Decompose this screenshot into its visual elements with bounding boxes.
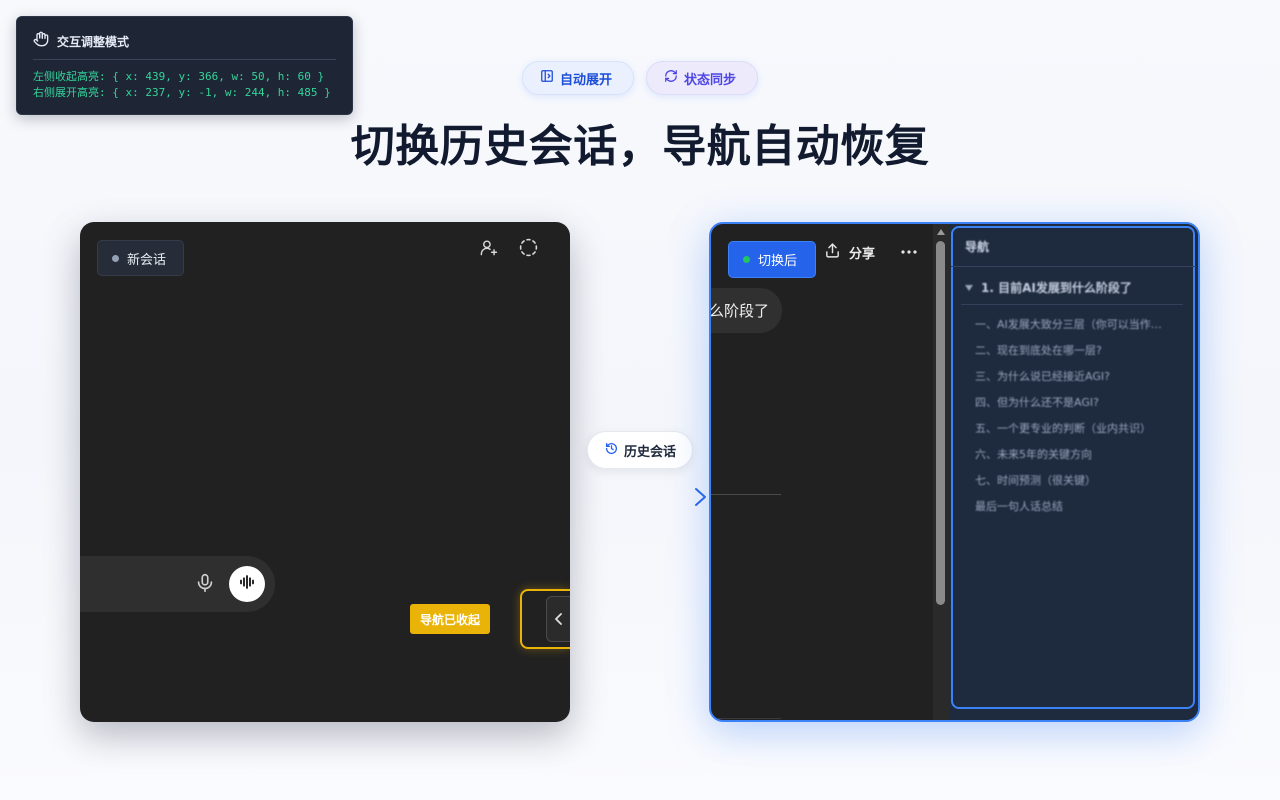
debug-line-left: 左侧收起高亮: { x: 439, y: 366, w: 50, h: 60 }	[33, 70, 325, 83]
panel-expand-icon	[540, 69, 554, 87]
auto-expand-label: 自动展开	[560, 72, 613, 88]
scrollbar-thumb[interactable]	[936, 241, 945, 605]
nav-item[interactable]: 三、为什么说已经接近AGI?	[975, 368, 1185, 394]
status-dot	[743, 256, 750, 263]
share-label: 分享	[849, 246, 876, 262]
debug-panel: 交互调整模式 左侧收起高亮: { x: 439, y: 366, w: 50, …	[16, 16, 353, 115]
nav-item[interactable]: 四、但为什么还不是AGI?	[975, 394, 1185, 420]
divider	[951, 266, 1196, 267]
chat-window-after: 切换后 分享 么阶段了 导航 1. 目前AI发展到什么阶段了 一、AI发展大致分…	[709, 222, 1200, 722]
nav-collapsed-badge: 导航已收起	[410, 604, 490, 634]
nav-item[interactable]: 最后一句人话总结	[975, 498, 1185, 524]
debug-header: 交互调整模式	[33, 31, 336, 51]
triangle-down-icon	[965, 281, 973, 295]
scroll-up-arrow-icon[interactable]	[937, 229, 945, 235]
temporary-chat-button[interactable]	[516, 237, 540, 261]
state-sync-pill: 状态同步	[646, 61, 758, 95]
share-button[interactable]: 分享	[824, 241, 875, 263]
nav-section-heading[interactable]: 1. 目前AI发展到什么阶段了	[965, 279, 1132, 296]
divider	[961, 304, 1183, 305]
nav-item[interactable]: 七、时间预测（很关键）	[975, 472, 1185, 498]
hand-icon	[33, 31, 49, 51]
nav-item[interactable]: 一、AI发展大致分三层（你可以当作…	[975, 316, 1185, 342]
history-icon	[605, 442, 618, 459]
chevron-left-icon	[554, 610, 564, 629]
new-chat-label: 新会话	[127, 252, 167, 268]
more-options-button[interactable]	[898, 241, 920, 263]
switched-label: 切换后	[758, 254, 798, 269]
new-chat-button[interactable]: 新会话	[97, 240, 184, 276]
history-chat-label: 历史会话	[624, 444, 677, 460]
auto-expand-pill: 自动展开	[522, 61, 634, 95]
debug-line-right: 右侧展开高亮: { x: 237, y: -1, w: 244, h: 485 …	[33, 86, 331, 99]
debug-title: 交互调整模式	[57, 34, 130, 49]
nav-section-label: 1. 目前AI发展到什么阶段了	[981, 281, 1132, 295]
divider	[711, 718, 781, 719]
divider	[711, 494, 781, 495]
expand-nav-handle[interactable]	[546, 596, 570, 642]
nav-item[interactable]: 五、一个更专业的判断（业内共识）	[975, 420, 1185, 446]
microphone-icon[interactable]	[194, 572, 216, 598]
add-user-icon	[479, 238, 498, 261]
user-message-bubble: 么阶段了	[711, 288, 782, 333]
dashed-circle-icon	[519, 238, 538, 261]
add-user-button[interactable]	[476, 237, 500, 261]
nav-list: 一、AI发展大致分三层（你可以当作… 二、现在到底处在哪一层? 三、为什么说已经…	[975, 316, 1185, 524]
waveform-icon	[238, 573, 256, 595]
status-dot	[112, 254, 119, 262]
outline-nav-panel: 导航 1. 目前AI发展到什么阶段了 一、AI发展大致分三层（你可以当作… 二、…	[949, 224, 1198, 720]
state-sync-label: 状态同步	[684, 72, 737, 88]
scrollbar[interactable]	[933, 224, 949, 720]
switched-chat-button[interactable]: 切换后	[728, 241, 816, 278]
page-title: 切换历史会话，导航自动恢复	[350, 121, 930, 172]
nav-title: 导航	[965, 240, 990, 254]
more-icon	[898, 248, 920, 267]
nav-item[interactable]: 二、现在到底处在哪一层?	[975, 342, 1185, 368]
divider	[33, 59, 336, 60]
voice-mode-button[interactable]	[229, 566, 265, 602]
nav-item[interactable]: 六、未来5年的关键方向	[975, 446, 1185, 472]
chat-input-bar[interactable]	[80, 556, 275, 612]
history-chat-pill: 历史会话	[587, 431, 693, 469]
share-icon	[824, 242, 841, 263]
refresh-icon	[664, 69, 678, 87]
arrow-icon	[580, 486, 708, 512]
chat-window-before: 新会话 导航已收起	[80, 222, 570, 722]
